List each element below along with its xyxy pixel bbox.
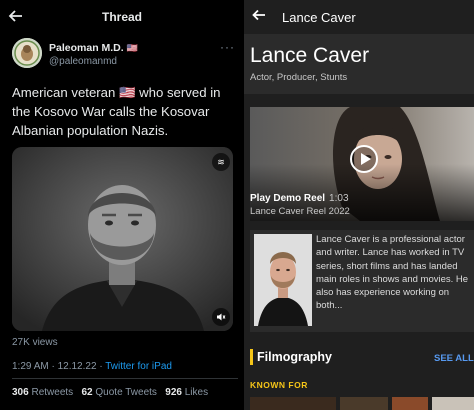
tweet-time: 1:29 AM: [12, 361, 49, 372]
known-for-strip: [250, 397, 474, 410]
gif-icon[interactable]: ≋: [212, 153, 230, 171]
bio-card[interactable]: Lance Caver is a professional actor and …: [250, 230, 474, 332]
reel-subtitle: Lance Caver Reel 2022: [250, 206, 350, 217]
divider: [12, 378, 238, 379]
video-frame-portrait: [12, 147, 233, 331]
author-avatar[interactable]: [12, 38, 42, 68]
retweets-stat[interactable]: 306 Retweets: [12, 387, 73, 398]
thread-title: Thread: [101, 10, 142, 24]
known-for-poster[interactable]: [392, 397, 428, 410]
likes-label: Likes: [184, 387, 209, 398]
play-icon[interactable]: [350, 145, 378, 173]
known-for-poster[interactable]: [340, 397, 388, 410]
tweet-source-link[interactable]: Twitter for iPad: [105, 361, 172, 372]
tweet-date: 12.12.22: [57, 361, 97, 372]
reel-duration: 1:03: [329, 193, 349, 204]
known-for-label: KNOWN FOR: [250, 380, 308, 390]
play-demo-reel-link[interactable]: Play Demo Reel 1:03: [250, 193, 349, 204]
known-for-poster[interactable]: [250, 397, 336, 410]
person-roles: Actor, Producer, Stunts: [250, 72, 348, 83]
known-for-poster[interactable]: [432, 397, 474, 410]
author-name-text: Paleoman M.D.: [49, 42, 124, 54]
back-arrow-icon[interactable]: [252, 8, 266, 26]
tweet-meta: 1:29 AM · 12.12.22 · Twitter for iPad: [12, 361, 172, 372]
profile-header: Lance Caver: [244, 0, 474, 34]
mute-icon[interactable]: [212, 308, 230, 326]
likes-stat[interactable]: 926 Likes: [165, 387, 208, 398]
more-options-icon[interactable]: ···: [220, 40, 235, 54]
retweets-count: 306: [12, 387, 29, 398]
author-name[interactable]: Paleoman M.D. 🇺🇸: [49, 42, 138, 54]
author-handle[interactable]: @paleomanmd: [49, 56, 117, 67]
retweets-label: Retweets: [31, 387, 74, 398]
thread-header: Thread: [0, 0, 244, 34]
twitter-thread-pane: Thread Paleoman M.D. 🇺🇸 @paleomanmd ··· …: [0, 0, 244, 410]
view-count: 27K views: [12, 337, 58, 348]
reel-title: Play Demo Reel: [250, 193, 326, 204]
likes-count: 926: [165, 387, 182, 398]
header-title: Lance Caver: [282, 10, 356, 25]
tweet-video[interactable]: ≋: [12, 147, 233, 331]
engagement-stats: 306 Retweets 62 Quote Tweets 926 Likes: [12, 387, 208, 398]
filmography-heading: Filmography: [257, 350, 333, 364]
person-name: Lance Caver: [250, 44, 370, 67]
quotes-label: Quote Tweets: [95, 387, 157, 398]
quotes-stat[interactable]: 62 Quote Tweets: [82, 387, 157, 398]
imdb-profile-pane: Lance Caver Lance Caver Actor, Producer,…: [244, 0, 474, 410]
section-accent-bar: [250, 349, 253, 365]
see-all-link[interactable]: SEE ALL: [434, 353, 474, 364]
tweet-text: American veteran 🇺🇸 who served in the Ko…: [12, 85, 221, 138]
quotes-count: 62: [81, 387, 93, 398]
us-flag-icon: 🇺🇸: [126, 43, 138, 53]
headshot-image: [254, 234, 312, 326]
bio-text: Lance Caver is a professional actor and …: [316, 234, 469, 312]
